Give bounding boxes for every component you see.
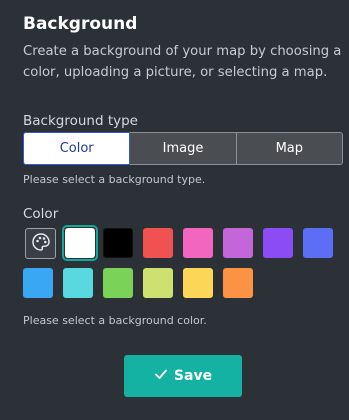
color-swatch[interactable] bbox=[223, 268, 253, 298]
check-icon bbox=[154, 367, 168, 385]
color-swatch[interactable] bbox=[23, 268, 53, 298]
panel-title: Background bbox=[23, 14, 138, 34]
background-type-color-button[interactable]: Color bbox=[23, 132, 131, 165]
color-swatch[interactable] bbox=[143, 268, 173, 298]
color-swatch[interactable] bbox=[183, 228, 213, 258]
save-button[interactable]: Save bbox=[124, 355, 242, 397]
background-color-hint: Please select a background color. bbox=[23, 314, 207, 327]
color-swatch[interactable] bbox=[223, 228, 253, 258]
color-swatch[interactable] bbox=[143, 228, 173, 258]
color-swatch[interactable] bbox=[103, 228, 133, 258]
background-type-hint: Please select a background type. bbox=[23, 173, 206, 186]
background-type-selector: Color Image Map bbox=[23, 132, 343, 165]
custom-color-button[interactable] bbox=[25, 228, 56, 259]
background-type-image-button[interactable]: Image bbox=[130, 132, 237, 165]
save-button-label: Save bbox=[173, 368, 213, 384]
color-swatch[interactable] bbox=[103, 268, 133, 298]
color-swatch[interactable] bbox=[263, 228, 293, 258]
color-swatch[interactable] bbox=[63, 268, 93, 298]
background-type-map-button[interactable]: Map bbox=[236, 132, 343, 165]
panel-description: Create a background of your map by choos… bbox=[23, 44, 342, 80]
background-type-label: Background type bbox=[23, 113, 138, 129]
color-swatch[interactable] bbox=[303, 228, 333, 258]
color-swatch[interactable] bbox=[183, 268, 213, 298]
color-swatch[interactable] bbox=[65, 228, 95, 258]
palette-icon bbox=[31, 232, 51, 256]
color-label: Color bbox=[23, 206, 59, 222]
